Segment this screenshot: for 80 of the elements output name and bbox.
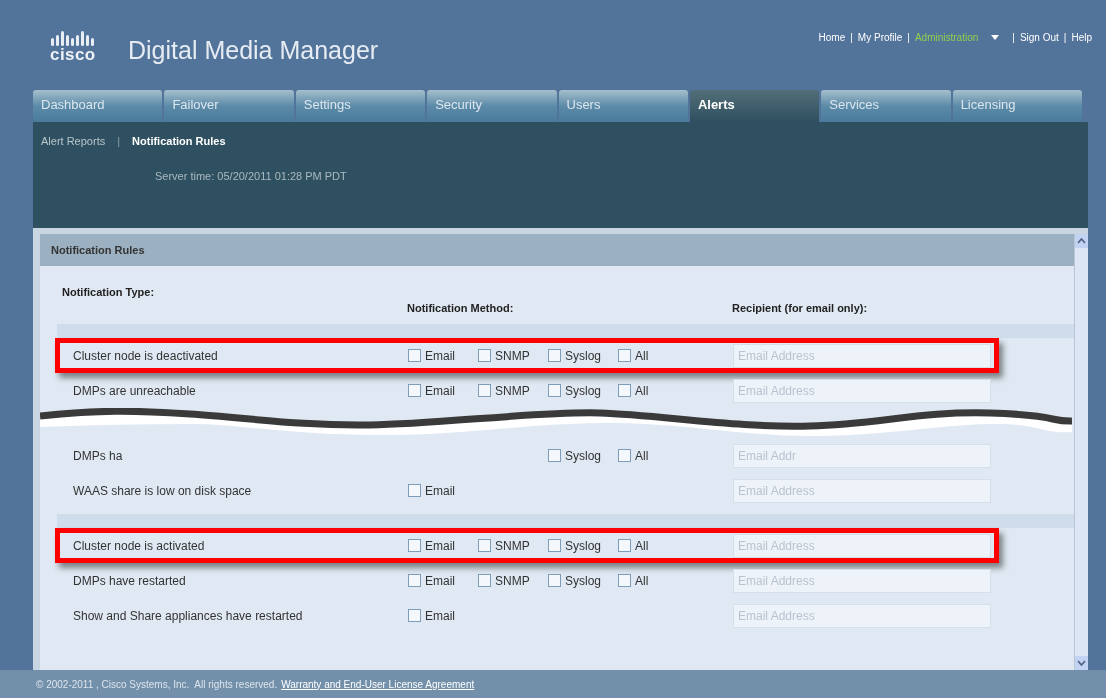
checkbox-label: Email: [425, 572, 455, 590]
notification-type: Cluster node is deactivated: [73, 347, 219, 365]
nav-link[interactable]: Home: [818, 30, 846, 45]
checkbox-label: Email: [425, 537, 455, 555]
separator: |: [850, 31, 853, 45]
checkbox[interactable]: [618, 574, 631, 587]
checkbox[interactable]: [478, 539, 491, 552]
tab[interactable]: Failover: [164, 90, 294, 122]
logo-text: cisco: [50, 46, 96, 63]
checkbox[interactable]: [478, 384, 491, 397]
checkbox-label: SNMP: [495, 537, 530, 555]
checkbox-label: All: [635, 537, 649, 555]
tab[interactable]: Alerts: [689, 90, 820, 122]
panel-header: Notification Rules: [40, 234, 1074, 266]
checkbox[interactable]: [548, 349, 561, 362]
tab[interactable]: Licensing: [952, 90, 1082, 122]
tab[interactable]: Services: [821, 90, 951, 122]
checkbox-label: Syslog: [565, 572, 602, 590]
checkbox[interactable]: [408, 484, 421, 497]
checkbox-label: Syslog: [565, 447, 602, 465]
scrollbar[interactable]: [1074, 234, 1088, 670]
separator: |: [1063, 31, 1067, 45]
scroll-up-icon[interactable]: [1075, 234, 1088, 248]
checkbox[interactable]: [548, 574, 561, 587]
checkbox[interactable]: [618, 449, 631, 462]
notification-type: DMPs ha: [73, 447, 124, 465]
column-header: Recipient (for email only):: [732, 300, 868, 316]
server-time: Server time: 05/20/2011 01:28 PM PDT: [155, 168, 348, 184]
license-link[interactable]: Warranty and End-User License Agreement: [281, 676, 475, 692]
checkbox[interactable]: [408, 349, 421, 362]
checkbox[interactable]: [548, 384, 561, 397]
checkbox-label: Syslog: [565, 537, 602, 555]
copyright: © 2002-2011 , Cisco Systems, Inc. All rights reserved.: [36, 677, 278, 692]
tab[interactable]: Users: [558, 90, 688, 122]
checkbox-label: Email: [425, 482, 455, 500]
checkbox[interactable]: [618, 349, 631, 362]
checkbox-label: Email: [425, 347, 455, 365]
tab[interactable]: Dashboard: [33, 90, 163, 122]
checkbox[interactable]: [548, 539, 561, 552]
checkbox[interactable]: [548, 449, 561, 462]
nav-link[interactable]: My Profile: [857, 30, 903, 45]
subnav-link[interactable]: Alert Reports: [41, 133, 106, 150]
notification-type: WAAS share is low on disk space: [73, 482, 253, 500]
checkbox-label: All: [635, 572, 649, 590]
checkbox[interactable]: [478, 574, 491, 587]
nav-link[interactable]: Sign Out: [1019, 30, 1059, 45]
checkbox[interactable]: [408, 574, 421, 587]
subnav-link[interactable]: Notification Rules: [132, 133, 226, 150]
checkbox[interactable]: [618, 539, 631, 552]
checkbox[interactable]: [618, 384, 631, 397]
checkbox-label: SNMP: [495, 347, 530, 365]
separator: |: [1012, 31, 1015, 45]
nav-link[interactable]: Administration: [914, 30, 979, 45]
checkbox-label: Email: [425, 382, 455, 400]
checkbox[interactable]: [408, 609, 421, 622]
checkbox-label: Syslog: [565, 382, 602, 400]
checkbox-label: Email: [425, 607, 455, 625]
checkbox[interactable]: [478, 349, 491, 362]
separator: |: [117, 134, 121, 149]
checkbox-label: All: [635, 382, 649, 400]
checkbox-label: Syslog: [565, 347, 602, 365]
checkbox-label: All: [635, 447, 649, 465]
notification-type: Cluster node is activated: [73, 537, 206, 555]
notification-type: DMPs are unreachable: [73, 382, 197, 400]
nav-link[interactable]: Help: [1071, 30, 1092, 45]
tab[interactable]: Settings: [295, 90, 426, 122]
column-header: Notification Method:: [407, 300, 515, 316]
notification-type: Show and Share appliances have restarted: [73, 607, 304, 625]
column-header: Notification Type:: [62, 285, 156, 300]
checkbox-label: SNMP: [495, 572, 530, 590]
separator: |: [907, 31, 910, 45]
checkbox-label: All: [635, 347, 649, 365]
tab[interactable]: Security: [427, 90, 557, 122]
caret-icon[interactable]: [991, 35, 1000, 40]
checkbox[interactable]: [408, 384, 421, 397]
app-title: Digital Media Manager: [128, 38, 379, 63]
checkbox-label: SNMP: [495, 382, 530, 400]
scroll-down-icon[interactable]: [1075, 656, 1088, 670]
checkbox[interactable]: [408, 539, 421, 552]
notification-type: DMPs have restarted: [73, 572, 187, 590]
